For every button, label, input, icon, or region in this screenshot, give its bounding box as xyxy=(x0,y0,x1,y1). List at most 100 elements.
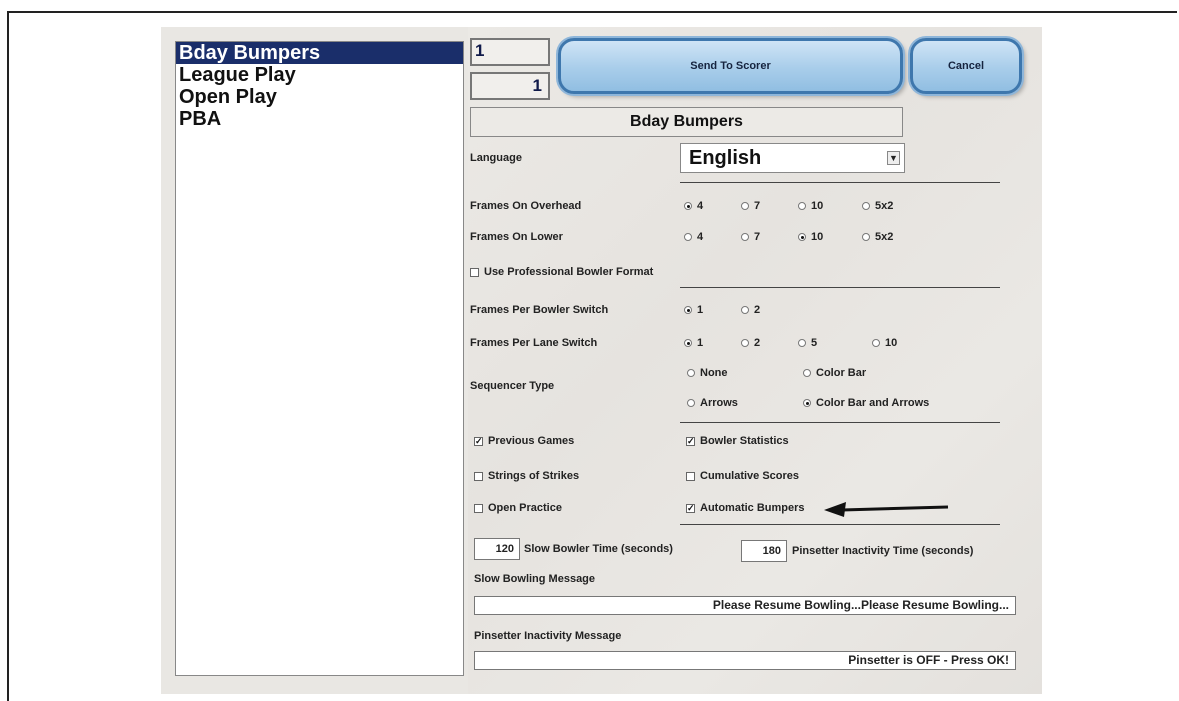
profile-name-field[interactable]: Bday Bumpers xyxy=(470,107,903,137)
checkbox-label: Previous Games xyxy=(488,435,575,447)
checkbox-label: Strings of Strikes xyxy=(488,470,580,482)
checkbox-checked-icon[interactable]: ✓ xyxy=(686,436,695,446)
sequencer-type-label: Sequencer Type xyxy=(470,380,555,392)
option-label: 5x2 xyxy=(875,231,894,243)
frames-overhead-label: Frames On Overhead xyxy=(470,200,582,212)
pinsetter-message-input[interactable]: Pinsetter is OFF - Press OK! xyxy=(474,651,1016,670)
radio-selected-icon[interactable] xyxy=(798,233,806,241)
professional-format-checkbox[interactable]: Use Professional Bowler Format xyxy=(470,266,653,278)
radio-icon[interactable] xyxy=(687,399,695,407)
frames-overhead-option-4[interactable]: 4 xyxy=(684,200,703,212)
frames-lower-option-4[interactable]: 4 xyxy=(684,231,703,243)
bowler-statistics-checkbox[interactable]: ✓ Bowler Statistics xyxy=(686,435,789,447)
option-label: 4 xyxy=(697,231,704,243)
divider xyxy=(680,287,1000,288)
arrow-left-icon xyxy=(824,502,949,517)
checkbox-icon[interactable] xyxy=(474,503,483,513)
frames-lower-option-7[interactable]: 7 xyxy=(741,231,760,243)
radio-icon[interactable] xyxy=(803,369,811,377)
checkbox-label: Cumulative Scores xyxy=(700,470,800,482)
bowler-switch-option-1[interactable]: 1 xyxy=(684,304,703,316)
option-label: 10 xyxy=(811,231,824,243)
open-practice-checkbox[interactable]: Open Practice xyxy=(474,502,562,514)
option-label: 4 xyxy=(697,200,704,212)
radio-selected-icon[interactable] xyxy=(684,339,692,347)
checkbox-label: Automatic Bumpers xyxy=(700,502,805,514)
bowler-switch-option-2[interactable]: 2 xyxy=(741,304,760,316)
slow-message-label: Slow Bowling Message xyxy=(474,573,596,585)
checkbox-icon[interactable] xyxy=(470,267,479,277)
option-label: 7 xyxy=(754,200,761,212)
sequencer-option-arrows[interactable]: Arrows xyxy=(687,397,738,409)
radio-icon[interactable] xyxy=(741,202,749,210)
radio-icon[interactable] xyxy=(687,369,695,377)
divider xyxy=(680,524,1000,525)
checkbox-icon[interactable] xyxy=(474,471,483,481)
frames-overhead-option-5x2[interactable]: 5x2 xyxy=(862,200,893,212)
option-label: Color Bar and Arrows xyxy=(816,397,930,409)
frames-overhead-option-7[interactable]: 7 xyxy=(741,200,760,212)
send-to-scorer-button[interactable]: Send To Scorer xyxy=(558,38,903,94)
language-select[interactable]: English ▼ xyxy=(680,143,905,173)
language-value: English xyxy=(689,147,762,169)
profile-item-open-play[interactable]: Open Play xyxy=(176,86,463,108)
sequencer-option-color-bar-and-arrows[interactable]: Color Bar and Arrows xyxy=(803,397,929,409)
divider xyxy=(680,182,1000,183)
radio-icon[interactable] xyxy=(798,339,806,347)
radio-icon[interactable] xyxy=(872,339,880,347)
lane-switch-option-10[interactable]: 10 xyxy=(872,337,897,349)
radio-icon[interactable] xyxy=(684,233,692,241)
checkbox-icon[interactable] xyxy=(686,471,695,481)
bowler-switch-label: Frames Per Bowler Switch xyxy=(470,304,609,316)
checkbox-checked-icon[interactable]: ✓ xyxy=(686,503,695,513)
divider xyxy=(680,422,1000,423)
radio-icon[interactable] xyxy=(741,339,749,347)
profile-item-bday-bumpers[interactable]: Bday Bumpers xyxy=(176,42,463,64)
option-label: 10 xyxy=(811,200,824,212)
radio-icon[interactable] xyxy=(741,233,749,241)
profile-id-field[interactable]: 1 xyxy=(470,72,550,100)
profile-item-pba[interactable]: PBA xyxy=(176,108,463,130)
option-label: Arrows xyxy=(700,397,738,409)
option-label: None xyxy=(700,367,728,379)
radio-icon[interactable] xyxy=(862,233,870,241)
radio-selected-icon[interactable] xyxy=(684,306,692,314)
previous-games-checkbox[interactable]: ✓ Previous Games xyxy=(474,435,574,447)
option-label: 1 xyxy=(697,337,704,349)
radio-selected-icon[interactable] xyxy=(684,202,692,210)
profile-number-field[interactable]: 1 xyxy=(470,38,550,66)
sequencer-option-none[interactable]: None xyxy=(687,367,728,379)
slow-bowler-time-input[interactable]: 120 xyxy=(474,538,520,560)
lane-switch-option-1[interactable]: 1 xyxy=(684,337,703,349)
radio-icon[interactable] xyxy=(798,202,806,210)
sequencer-option-color-bar[interactable]: Color Bar xyxy=(803,367,866,379)
pinsetter-message-label: Pinsetter Inactivity Message xyxy=(474,630,622,642)
option-label: 7 xyxy=(754,231,761,243)
cancel-button[interactable]: Cancel xyxy=(910,38,1022,94)
profile-item-league-play[interactable]: League Play xyxy=(176,64,463,86)
checkbox-label: Open Practice xyxy=(488,502,562,514)
checkbox-label: Bowler Statistics xyxy=(700,435,789,447)
frames-lower-option-5x2[interactable]: 5x2 xyxy=(862,231,893,243)
pinsetter-time-label: Pinsetter Inactivity Time (seconds) xyxy=(792,545,974,557)
frames-overhead-option-10[interactable]: 10 xyxy=(798,200,823,212)
option-label: Color Bar xyxy=(816,367,867,379)
radio-icon[interactable] xyxy=(741,306,749,314)
checkbox-checked-icon[interactable]: ✓ xyxy=(474,436,483,446)
frames-lower-label: Frames On Lower xyxy=(470,231,563,243)
lane-switch-option-2[interactable]: 2 xyxy=(741,337,760,349)
option-label: 2 xyxy=(754,304,761,316)
profile-list[interactable]: Bday Bumpers League Play Open Play PBA xyxy=(175,41,464,676)
automatic-bumpers-checkbox[interactable]: ✓ Automatic Bumpers xyxy=(686,502,805,514)
cumulative-scores-checkbox[interactable]: Cumulative Scores xyxy=(686,470,799,482)
option-label: 5 xyxy=(811,337,818,349)
slow-message-input[interactable]: Please Resume Bowling...Please Resume Bo… xyxy=(474,596,1016,615)
radio-icon[interactable] xyxy=(862,202,870,210)
lane-switch-option-5[interactable]: 5 xyxy=(798,337,817,349)
strings-of-strikes-checkbox[interactable]: Strings of Strikes xyxy=(474,470,579,482)
option-label: 5x2 xyxy=(875,200,894,212)
frames-lower-option-10[interactable]: 10 xyxy=(798,231,823,243)
pinsetter-time-input[interactable]: 180 xyxy=(741,540,787,562)
radio-selected-icon[interactable] xyxy=(803,399,811,407)
chevron-down-icon[interactable]: ▼ xyxy=(887,151,900,165)
